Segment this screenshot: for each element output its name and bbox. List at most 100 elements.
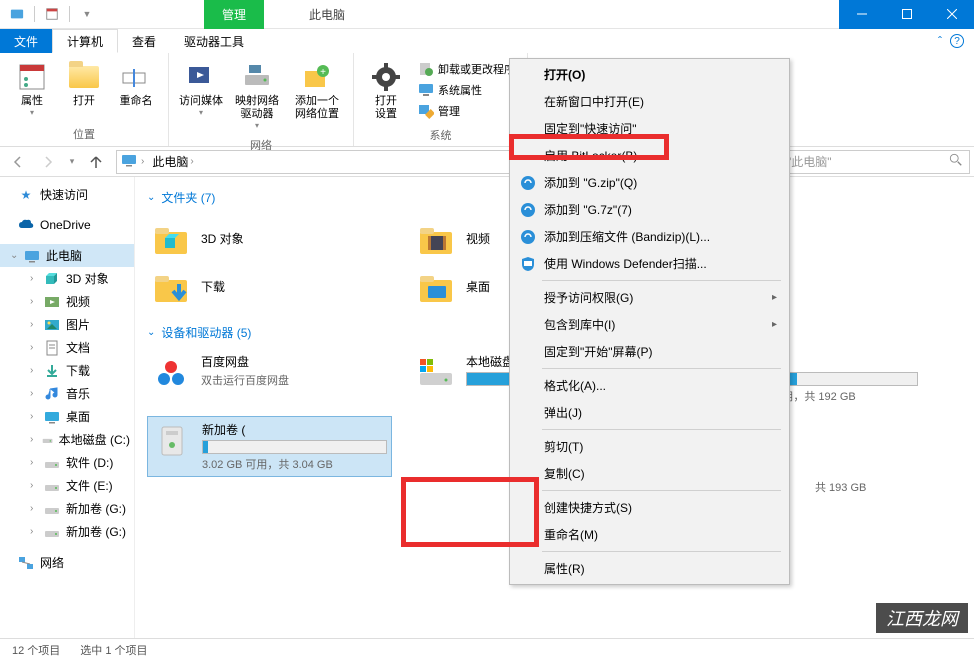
menu-item[interactable]: 剪切(T) [512,433,787,460]
monitor-icon [418,82,434,98]
help-icon[interactable]: ? [950,34,964,48]
uninstall-button[interactable]: 卸载或更改程序 [414,59,519,79]
tab-file[interactable]: 文件 [0,29,52,53]
bandizip-icon [520,202,536,218]
selection-count: 选中 1 个项目 [80,642,147,658]
defender-icon [520,256,536,272]
maximize-button[interactable] [884,0,929,29]
item-icon [44,340,60,356]
recent-button[interactable]: ▾ [64,150,80,174]
menu-item[interactable]: 添加到 "G.7z"(7) [512,196,787,223]
window-title: 此电脑 [309,6,345,23]
menu-separator [542,490,781,491]
ribbon-group-network: 访问媒体▾ 映射网络 驱动器▾ +添加一个 网络位置 网络 [169,53,354,146]
manage-button[interactable]: 管理 [414,101,519,121]
group-label-location: 位置 [73,124,95,144]
minimize-button[interactable] [839,0,884,29]
folder-item[interactable]: 3D 对象 [147,214,392,262]
ribbon-group-system: 打开 设置 卸载或更改程序 系统属性 管理 系统 [354,53,528,146]
expand-icon[interactable]: ⌄ [10,250,18,261]
network-icon [18,555,34,571]
back-button[interactable] [4,150,32,174]
dropdown-icon[interactable]: ▼ [80,7,94,21]
quick-access-toolbar: ▼ [0,6,94,22]
menu-item[interactable]: 启用 BitLocker(B) [512,142,787,169]
add-location-button[interactable]: +添加一个 网络位置 [289,57,345,135]
sidebar-item[interactable]: ›视频 [0,290,134,313]
body: ★快速访问 OneDrive ⌄此电脑 ›3D 对象›视频›图片›文档›下载›音… [0,177,974,638]
menu-separator [542,429,781,430]
menu-separator [542,280,781,281]
menu-item[interactable]: 使用 Windows Defender扫描... [512,250,787,277]
bandizip-icon [520,175,536,191]
properties-button[interactable]: 属性▾ [8,57,56,124]
sidebar-item[interactable]: ›3D 对象 [0,267,134,290]
menu-item[interactable]: 属性(R) [512,555,787,582]
open-button[interactable]: 打开 [60,57,108,124]
menu-item[interactable]: 创建快捷方式(S) [512,494,787,521]
item-icon [44,501,60,517]
collapse-ribbon-icon[interactable]: ˆ [938,34,942,48]
forward-button[interactable] [34,150,62,174]
crumb-this-pc[interactable]: 此电脑 › [148,153,197,170]
sidebar-item[interactable]: ›桌面 [0,405,134,428]
folder-icon [416,266,456,306]
menu-item[interactable]: 包含到库中(I)▸ [512,311,787,338]
sidebar-item[interactable]: ›新加卷 (G:) [0,520,134,543]
rename-button[interactable]: 重命名 [112,57,160,124]
drive-icon [152,421,192,461]
menu-item[interactable]: 重命名(M) [512,521,787,548]
menu-item[interactable]: 弹出(J) [512,399,787,426]
menu-item[interactable]: 格式化(A)... [512,372,787,399]
menu-item[interactable]: 打开(O) [512,61,787,88]
menu-item[interactable]: 添加到 "G.zip"(Q) [512,169,787,196]
sidebar-quick-access[interactable]: ★快速访问 [0,183,134,206]
item-icon [44,317,60,333]
settings-icon [370,61,402,93]
system-properties-button[interactable]: 系统属性 [414,80,519,100]
sidebar-item[interactable]: ›文件 (E:) [0,474,134,497]
access-media-button[interactable]: 访问媒体▾ [177,57,225,135]
tab-view[interactable]: 查看 [118,29,170,53]
open-settings-button[interactable]: 打开 设置 [362,57,410,125]
ribbon-tabs: 文件 计算机 查看 驱动器工具 ˆ ? [0,29,974,53]
drive-item[interactable]: 新加卷 (3.02 GB 可用，共 3.04 GB [147,416,392,477]
sidebar-item[interactable]: ›软件 (D:) [0,451,134,474]
navbar: ▾ › 此电脑 › ⌄ ↻ "此电脑" [0,147,974,177]
sidebar-item[interactable]: ›下载 [0,359,134,382]
contextual-tab-manage[interactable]: 管理 [204,0,264,29]
map-network-button[interactable]: 映射网络 驱动器▾ [229,57,285,135]
search-input[interactable]: "此电脑" [780,150,970,174]
folder-icon [416,218,456,258]
app-icon [10,7,24,21]
drive-item[interactable]: 百度网盘双击运行百度网盘 [147,349,392,408]
context-menu: 打开(O)在新窗口中打开(E)固定到"快速访问"启用 BitLocker(B)添… [509,58,790,585]
open-icon [68,61,100,93]
menu-item[interactable]: 固定到"开始"屏幕(P) [512,338,787,365]
sidebar-this-pc[interactable]: ⌄此电脑 [0,244,134,267]
folder-icon [151,266,191,306]
sidebar-item[interactable]: ›本地磁盘 (C:) [0,428,134,451]
close-button[interactable] [929,0,974,29]
sidebar: ★快速访问 OneDrive ⌄此电脑 ›3D 对象›视频›图片›文档›下载›音… [0,177,135,638]
sidebar-item[interactable]: ›新加卷 (G:) [0,497,134,520]
folder-icon [151,218,191,258]
item-icon [44,294,60,310]
up-button[interactable] [82,150,110,174]
properties-icon[interactable] [45,7,59,21]
sidebar-item[interactable]: ›文档 [0,336,134,359]
menu-item[interactable]: 固定到"快速访问" [512,115,787,142]
menu-item[interactable]: 复制(C) [512,460,787,487]
sidebar-item[interactable]: ›音乐 [0,382,134,405]
tab-drive-tools[interactable]: 驱动器工具 [170,29,258,53]
menu-item[interactable]: 授予访问权限(G)▸ [512,284,787,311]
folder-item[interactable]: 下载 [147,262,392,310]
pc-icon [121,152,137,171]
ribbon-group-location: 属性▾ 打开 重命名 位置 [0,53,169,146]
sidebar-item[interactable]: ›图片 [0,313,134,336]
menu-item[interactable]: 在新窗口中打开(E) [512,88,787,115]
sidebar-onedrive[interactable]: OneDrive [0,214,134,236]
tab-computer[interactable]: 计算机 [52,29,118,53]
sidebar-network[interactable]: 网络 [0,551,134,574]
menu-item[interactable]: 添加到压缩文件 (Bandizip)(L)... [512,223,787,250]
